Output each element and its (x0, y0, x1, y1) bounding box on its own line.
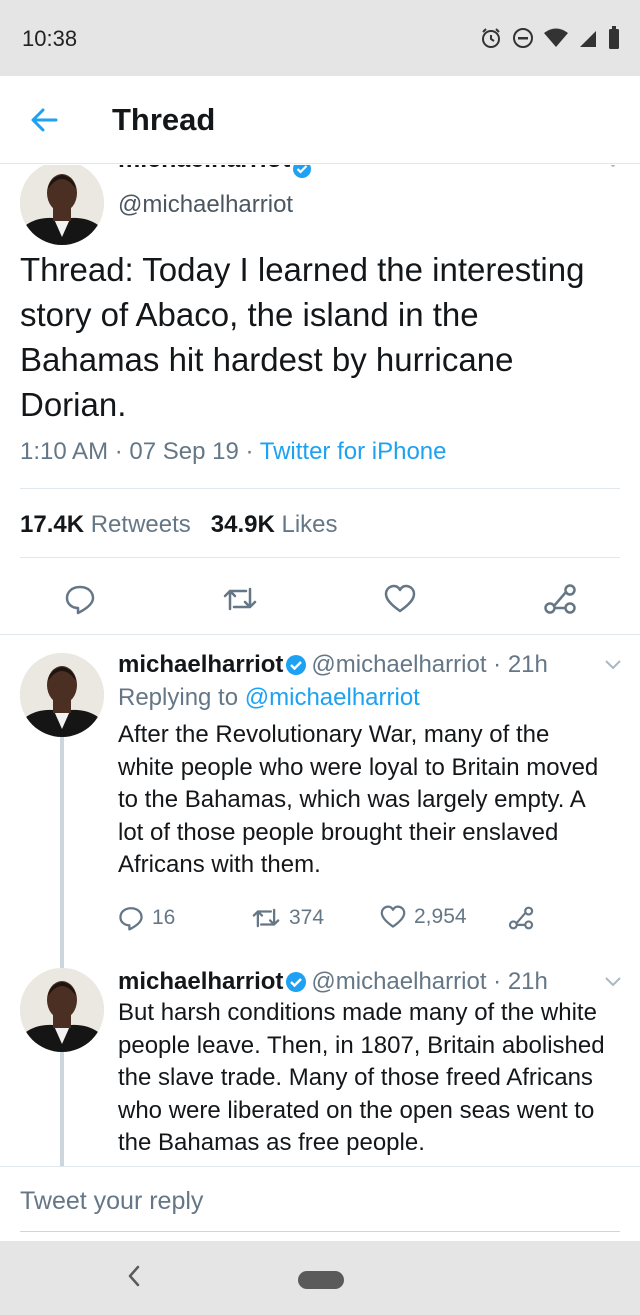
tweet-text-line: white people who were loyal to Britain m… (118, 753, 599, 781)
status-time: 10:38 (22, 26, 78, 51)
tweet-text-line: the slave trade. Many of those freed Afr… (118, 1064, 593, 1091)
thread-line (60, 1052, 64, 1166)
status-bar: 10:38 (0, 0, 640, 76)
replying-to-label: Replying to (118, 684, 239, 711)
divider (20, 557, 620, 558)
battery-icon (608, 26, 620, 50)
system-nav-bar (0, 1241, 640, 1315)
tweet-stats: 17.4K Retweets 34.9K Likes (20, 511, 338, 539)
chevron-down-icon[interactable] (604, 976, 622, 988)
reply-bar: Tweet your reply (0, 1166, 640, 1241)
alarm-icon (480, 27, 502, 49)
wifi-icon (544, 28, 568, 48)
retweet-icon[interactable] (251, 905, 281, 931)
reply-input-underline (20, 1231, 620, 1232)
chevron-down-icon[interactable] (604, 165, 622, 169)
reply-button[interactable] (62, 581, 98, 617)
retweet-count: 374 (289, 906, 325, 929)
like-icon[interactable] (380, 905, 406, 929)
tweet-meta: 1:10 AM · 07 Sep 19 · Twitter for iPhone (20, 438, 447, 466)
retweet-button[interactable] (222, 581, 258, 617)
likes-count[interactable]: 34.9K (211, 511, 275, 538)
meta-separator: · (114, 438, 123, 465)
author-name[interactable]: michaelharriot (118, 968, 283, 995)
share-button[interactable] (508, 905, 534, 931)
replying-to-handle[interactable]: @michaelharriot (245, 684, 420, 711)
avatar[interactable] (20, 653, 104, 737)
tweet-text-line: to the Bahamas, which was largely empty.… (118, 786, 586, 813)
like-icon[interactable] (384, 584, 416, 614)
do-not-disturb-icon (512, 27, 534, 49)
author-handle[interactable]: @michaelharriot (118, 191, 293, 219)
tweet-age: · 21h (493, 968, 548, 995)
page-title: Thread (112, 102, 216, 137)
tweet-source[interactable]: Twitter for iPhone (260, 438, 447, 465)
avatar[interactable] (20, 165, 104, 245)
nav-back-icon[interactable] (126, 1263, 142, 1289)
thread-line (60, 737, 64, 950)
tweet-text: Thread: Today I learned the interesting … (20, 251, 585, 423)
signal-icon (578, 28, 598, 48)
share-icon[interactable] (543, 583, 577, 615)
replying-to: Replying to @michaelharriot (118, 684, 420, 712)
back-arrow-icon[interactable] (30, 106, 58, 134)
tweet-text: But harsh conditions made many of the wh… (118, 997, 623, 1160)
chevron-down-icon[interactable] (604, 659, 622, 671)
tweet-actions: 16 374 2,954 (118, 905, 598, 941)
thread-reply[interactable]: michaelharriot @michaelharriot · 21h But … (0, 950, 640, 1166)
tweet-actions (0, 573, 640, 623)
reply-input[interactable]: Tweet your reply (20, 1187, 203, 1216)
author-handle[interactable]: @michaelharriot (311, 651, 486, 678)
thread-reply[interactable]: michaelharriot @michaelharriot · 21h Repl… (0, 635, 640, 950)
tweet-text-line: Africans with them. (118, 851, 321, 878)
tweet-text-line: the Bahamas as free people. (118, 1129, 425, 1156)
verified-badge-icon (293, 165, 311, 178)
tweet-text-line: But harsh conditions made many of the wh… (118, 999, 597, 1026)
tweet-text: After the Revolutionary War, many of the… (118, 719, 623, 882)
reply-button[interactable]: 16 (118, 905, 175, 931)
tweet-text-line: After the Revolutionary War, many of the (118, 721, 550, 748)
retweet-button[interactable]: 374 (251, 905, 324, 931)
main-tweet: michaelharriot @michaelharriot Thread: T… (0, 165, 640, 635)
back-button[interactable] (24, 100, 64, 140)
likes-label[interactable]: Likes (282, 511, 338, 538)
verified-badge-icon (286, 972, 307, 992)
avatar[interactable] (20, 968, 104, 1052)
tweet-date: 07 Sep 19 (129, 438, 239, 465)
verified-badge-icon (286, 655, 307, 675)
author-handle[interactable]: @michaelharriot (311, 968, 486, 995)
tweet-time: 1:10 AM (20, 438, 109, 465)
share-button[interactable] (542, 581, 578, 617)
app-header: Thread (0, 76, 640, 164)
tweet-text-line: who were liberated on the open seas went… (118, 1096, 595, 1124)
thread-line (60, 950, 64, 968)
reply-count: 16 (152, 906, 176, 929)
like-button[interactable]: 2,954 (380, 905, 467, 929)
tweet-age: · 21h (493, 651, 548, 678)
nav-home-pill[interactable] (298, 1271, 344, 1289)
author-name[interactable]: michaelharriot (118, 651, 283, 678)
author-name[interactable]: michaelharriot (118, 165, 290, 174)
tweet-text-line: lot of those people brought their enslav… (118, 818, 559, 846)
like-count: 2,954 (414, 905, 467, 928)
divider (20, 488, 620, 489)
meta-separator: · (245, 438, 254, 465)
tweet-text-line: people leave. Then, in 1807, Britain abo… (118, 1031, 605, 1059)
like-button[interactable] (382, 581, 418, 617)
reply-header: michaelharriot @michaelharriot · 21h (118, 651, 548, 679)
reply-icon[interactable] (118, 905, 144, 931)
reply-icon[interactable] (64, 583, 96, 615)
status-icons (480, 24, 620, 52)
retweets-label[interactable]: Retweets (91, 511, 191, 538)
retweets-count[interactable]: 17.4K (20, 511, 84, 538)
reply-header: michaelharriot @michaelharriot · 21h (118, 968, 548, 996)
retweet-icon[interactable] (222, 583, 258, 615)
share-icon[interactable] (508, 905, 534, 931)
